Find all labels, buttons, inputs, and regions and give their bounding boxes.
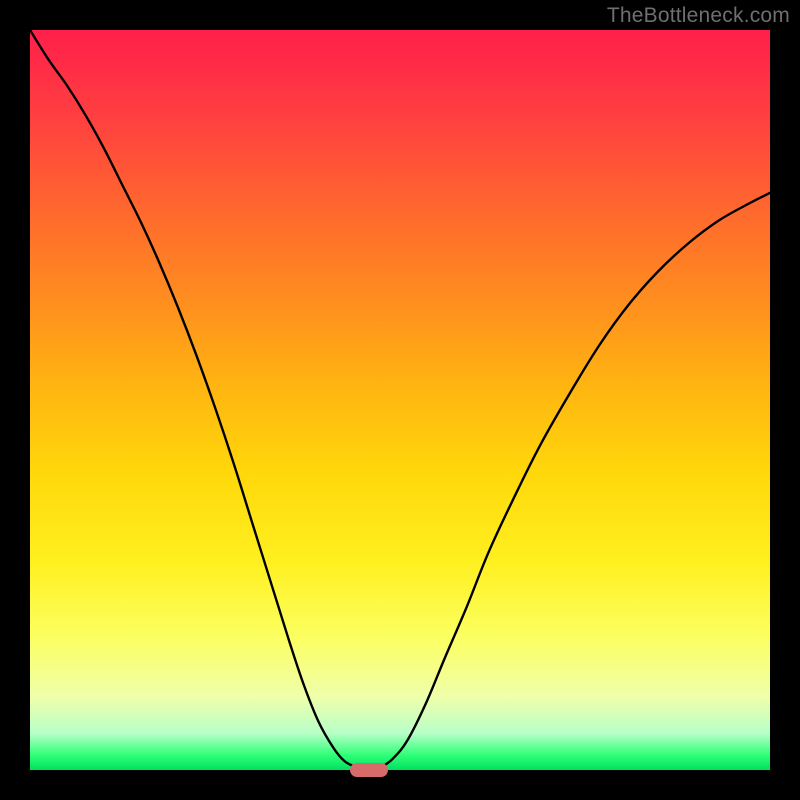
chart-frame: TheBottleneck.com xyxy=(0,0,800,800)
bottleneck-curve xyxy=(30,30,770,770)
plot-area xyxy=(30,30,770,770)
watermark-text: TheBottleneck.com xyxy=(607,4,790,28)
optimum-marker xyxy=(350,763,388,777)
